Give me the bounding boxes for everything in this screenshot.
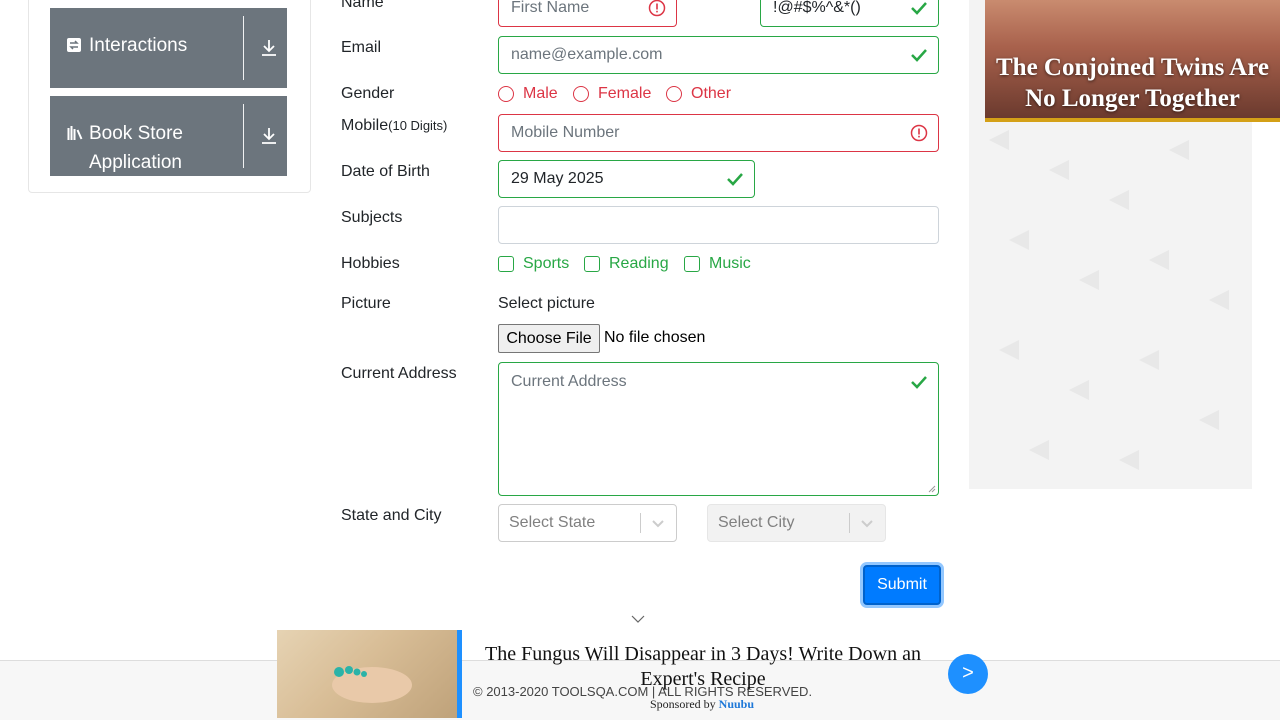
ad-accent-bar [457, 630, 462, 718]
bottom-ad[interactable]: The Fungus Will Disappear in 3 Days! Wri… [277, 630, 940, 720]
state-city-label: State and City [341, 507, 442, 524]
first-name-placeholder: First Name [511, 0, 590, 16]
checkbox-box[interactable] [684, 256, 700, 272]
download-icon[interactable] [260, 126, 278, 146]
mobile-placeholder: Mobile Number [511, 124, 620, 141]
hobby-checkbox-sports[interactable]: Sports [498, 255, 569, 273]
gender-label: Gender [341, 85, 395, 102]
sponsor-name[interactable]: Nuubu [719, 697, 754, 711]
radio-circle[interactable] [666, 86, 682, 102]
chevron-down-icon[interactable] [859, 516, 875, 530]
last-name-input[interactable]: !@#$%^&*() [760, 0, 939, 27]
gender-radio-female[interactable]: Female [573, 85, 651, 103]
radio-circle[interactable] [573, 86, 589, 102]
check-icon [911, 49, 927, 62]
city-select[interactable]: Select City [707, 504, 886, 542]
file-status: No file chosen [604, 329, 706, 346]
radio-label: Male [523, 85, 558, 102]
ad-next-button[interactable]: > [948, 654, 988, 694]
email-field[interactable]: name@example.com [498, 36, 939, 74]
sponsored-prefix: Sponsored by [650, 697, 716, 711]
name-label: Name [341, 0, 384, 11]
error-icon [648, 0, 666, 16]
email-label: Email [341, 39, 382, 56]
swap-icon [67, 38, 81, 52]
chevron-down-icon[interactable] [630, 613, 646, 625]
checkbox-label: Reading [609, 255, 669, 272]
sidebar-group-label: Application [89, 152, 182, 173]
sidebar-group-label: Interactions [89, 35, 188, 56]
submit-button[interactable]: Submit [863, 565, 941, 605]
hobbies-label: Hobbies [341, 255, 400, 272]
radio-label: Other [691, 85, 732, 102]
download-icon[interactable] [260, 38, 278, 58]
current-address-textarea[interactable]: Current Address [498, 362, 939, 496]
city-placeholder: Select City [718, 514, 795, 531]
divider [243, 104, 244, 168]
ad-thumbnail-art [332, 666, 412, 703]
checkbox-box[interactable] [498, 256, 514, 272]
gender-radio-other[interactable]: Other [666, 85, 731, 103]
mobile-input[interactable]: Mobile Number [498, 114, 939, 152]
hobby-checkbox-music[interactable]: Music [684, 255, 751, 273]
last-name-value: !@#$%^&*() [773, 0, 861, 16]
mobile-hint: (10 Digits) [388, 118, 448, 133]
mobile-label-text: Mobile [341, 117, 389, 134]
address-placeholder: Current Address [511, 373, 627, 390]
select-picture-text: Select picture [498, 295, 595, 312]
checkbox-box[interactable] [584, 256, 600, 272]
divider [849, 513, 850, 533]
check-icon [911, 376, 927, 389]
ad-image[interactable]: The Conjoined Twins Are No Longer Togeth… [985, 0, 1280, 122]
chevron-down-icon[interactable] [650, 516, 666, 530]
resize-handle-icon[interactable] [928, 485, 936, 493]
checkbox-label: Sports [523, 255, 570, 272]
choose-file-button[interactable]: Choose File [498, 324, 600, 353]
email-placeholder: name@example.com [511, 46, 663, 63]
date-of-birth-input[interactable]: 29 May 2025 [498, 160, 755, 198]
gender-radio-male[interactable]: Male [498, 85, 558, 103]
checkbox-label: Music [709, 255, 751, 272]
sidebar-group-book-store[interactable]: Book Store Application [50, 96, 287, 176]
check-icon [727, 173, 743, 186]
mobile-label: Mobile(10 Digits) [341, 117, 447, 135]
divider [243, 16, 244, 80]
books-icon [67, 126, 83, 140]
ad-headline[interactable]: The Fungus Will Disappear in 3 Days! Wri… [473, 642, 933, 692]
radio-label: Female [598, 85, 652, 102]
first-name-input[interactable]: First Name [498, 0, 677, 27]
dob-label: Date of Birth [341, 163, 430, 180]
ad-thumbnail [277, 630, 457, 718]
subjects-input[interactable] [498, 206, 939, 244]
check-icon [911, 1, 927, 15]
divider [640, 513, 641, 533]
error-icon [910, 124, 928, 142]
sidebar-group-label: Book Store [89, 123, 183, 144]
dob-value: 29 May 2025 [511, 170, 604, 187]
sidebar-group-interactions[interactable]: Interactions [50, 8, 287, 88]
radio-circle[interactable] [498, 86, 514, 102]
subjects-label: Subjects [341, 209, 403, 226]
hobby-checkbox-reading[interactable]: Reading [584, 255, 669, 273]
picture-label: Picture [341, 295, 391, 312]
state-select[interactable]: Select State [498, 504, 677, 542]
ad-sponsor-line: Sponsored by Nuubu [650, 697, 754, 712]
address-label: Current Address [341, 365, 457, 382]
ad-title: The Conjoined Twins Are No Longer Togeth… [996, 54, 1269, 112]
state-placeholder: Select State [509, 514, 596, 531]
